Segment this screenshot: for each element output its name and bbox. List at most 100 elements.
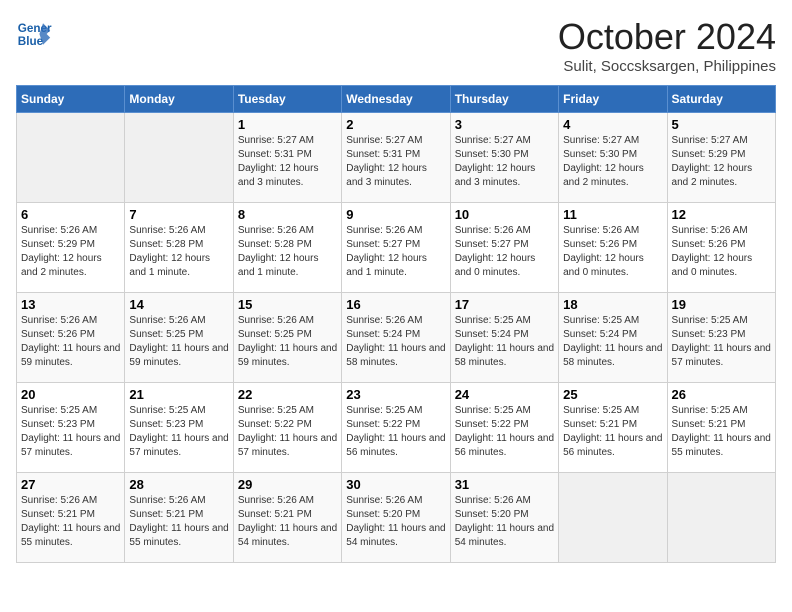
logo-icon: General Blue <box>16 16 52 52</box>
calendar-header: SundayMondayTuesdayWednesdayThursdayFrid… <box>17 86 776 113</box>
svg-text:Blue: Blue <box>18 35 44 48</box>
calendar-cell: 29Sunrise: 5:26 AM Sunset: 5:21 PM Dayli… <box>233 473 341 563</box>
day-info: Sunrise: 5:26 AM Sunset: 5:20 PM Dayligh… <box>346 494 445 550</box>
calendar-cell <box>125 113 233 203</box>
calendar-cell: 6Sunrise: 5:26 AM Sunset: 5:29 PM Daylig… <box>17 203 125 293</box>
day-number: 2 <box>346 117 445 132</box>
day-number: 12 <box>672 207 771 222</box>
day-info: Sunrise: 5:25 AM Sunset: 5:23 PM Dayligh… <box>21 404 120 460</box>
calendar-body: 1 Sunrise: 5:27 AM Sunset: 5:31 PM Daylig… <box>17 113 776 563</box>
day-info: Sunrise: 5:25 AM Sunset: 5:24 PM Dayligh… <box>455 314 554 370</box>
day-info: Sunrise: 5:26 AM Sunset: 5:26 PM Dayligh… <box>21 314 120 370</box>
day-number: 3 <box>455 117 554 132</box>
calendar-cell: 28 Sunrise: 5:26 AM Sunset: 5:21 PM Dayli… <box>125 473 233 563</box>
day-number: 20 <box>21 387 120 402</box>
logo: General Blue <box>16 16 52 52</box>
calendar-week-0: 1 Sunrise: 5:27 AM Sunset: 5:31 PM Daylig… <box>17 113 776 203</box>
calendar-cell: 26 Sunrise: 5:25 AM Sunset: 5:21 PM Dayli… <box>667 383 775 473</box>
calendar-cell: 18Sunrise: 5:25 AM Sunset: 5:24 PM Dayli… <box>559 293 667 383</box>
calendar-week-2: 13 Sunrise: 5:26 AM Sunset: 5:26 PM Dayli… <box>17 293 776 383</box>
weekday-wednesday: Wednesday <box>342 86 450 113</box>
calendar-cell: 11Sunrise: 5:26 AM Sunset: 5:26 PM Dayli… <box>559 203 667 293</box>
calendar-cell: 24 Sunrise: 5:25 AM Sunset: 5:22 PM Dayli… <box>450 383 558 473</box>
day-number: 26 <box>672 387 771 402</box>
header: General Blue October 2024 Sulit, Soccsks… <box>16 16 776 75</box>
calendar-week-1: 6Sunrise: 5:26 AM Sunset: 5:29 PM Daylig… <box>17 203 776 293</box>
day-info: Sunrise: 5:26 AM Sunset: 5:26 PM Dayligh… <box>672 224 771 280</box>
calendar-cell: 20 Sunrise: 5:25 AM Sunset: 5:23 PM Dayli… <box>17 383 125 473</box>
calendar-week-4: 27 Sunrise: 5:26 AM Sunset: 5:21 PM Dayli… <box>17 473 776 563</box>
day-info: Sunrise: 5:26 AM Sunset: 5:21 PM Dayligh… <box>21 494 120 550</box>
day-number: 22 <box>238 387 337 402</box>
day-number: 9 <box>346 207 445 222</box>
calendar-cell: 31 Sunrise: 5:26 AM Sunset: 5:20 PM Dayli… <box>450 473 558 563</box>
day-info: Sunrise: 5:27 AM Sunset: 5:30 PM Dayligh… <box>455 134 554 190</box>
calendar-cell: 10Sunrise: 5:26 AM Sunset: 5:27 PM Dayli… <box>450 203 558 293</box>
day-number: 16 <box>346 297 445 312</box>
calendar-cell: 22 Sunrise: 5:25 AM Sunset: 5:22 PM Dayli… <box>233 383 341 473</box>
day-info: Sunrise: 5:26 AM Sunset: 5:20 PM Dayligh… <box>455 494 554 550</box>
calendar-cell <box>17 113 125 203</box>
calendar-cell: 19Sunrise: 5:25 AM Sunset: 5:23 PM Dayli… <box>667 293 775 383</box>
day-info: Sunrise: 5:25 AM Sunset: 5:22 PM Dayligh… <box>346 404 445 460</box>
calendar-week-3: 20 Sunrise: 5:25 AM Sunset: 5:23 PM Dayli… <box>17 383 776 473</box>
day-number: 24 <box>455 387 554 402</box>
calendar-cell: 7Sunrise: 5:26 AM Sunset: 5:28 PM Daylig… <box>125 203 233 293</box>
calendar-cell: 1 Sunrise: 5:27 AM Sunset: 5:31 PM Daylig… <box>233 113 341 203</box>
day-number: 27 <box>21 477 120 492</box>
day-info: Sunrise: 5:26 AM Sunset: 5:24 PM Dayligh… <box>346 314 445 370</box>
day-number: 21 <box>129 387 228 402</box>
day-info: Sunrise: 5:26 AM Sunset: 5:25 PM Dayligh… <box>238 314 337 370</box>
day-number: 4 <box>563 117 662 132</box>
day-number: 31 <box>455 477 554 492</box>
day-info: Sunrise: 5:27 AM Sunset: 5:29 PM Dayligh… <box>672 134 771 190</box>
calendar-cell: 17 Sunrise: 5:25 AM Sunset: 5:24 PM Dayli… <box>450 293 558 383</box>
calendar-cell: 27 Sunrise: 5:26 AM Sunset: 5:21 PM Dayli… <box>17 473 125 563</box>
calendar-cell: 23 Sunrise: 5:25 AM Sunset: 5:22 PM Dayli… <box>342 383 450 473</box>
calendar-cell: 15 Sunrise: 5:26 AM Sunset: 5:25 PM Dayli… <box>233 293 341 383</box>
day-info: Sunrise: 5:25 AM Sunset: 5:22 PM Dayligh… <box>455 404 554 460</box>
day-number: 10 <box>455 207 554 222</box>
day-number: 17 <box>455 297 554 312</box>
day-number: 6 <box>21 207 120 222</box>
day-info: Sunrise: 5:26 AM Sunset: 5:28 PM Dayligh… <box>238 224 337 280</box>
day-info: Sunrise: 5:27 AM Sunset: 5:31 PM Dayligh… <box>238 134 337 190</box>
day-number: 15 <box>238 297 337 312</box>
day-number: 30 <box>346 477 445 492</box>
day-info: Sunrise: 5:25 AM Sunset: 5:24 PM Dayligh… <box>563 314 662 370</box>
weekday-header-row: SundayMondayTuesdayWednesdayThursdayFrid… <box>17 86 776 113</box>
day-info: Sunrise: 5:25 AM Sunset: 5:21 PM Dayligh… <box>672 404 771 460</box>
day-info: Sunrise: 5:26 AM Sunset: 5:28 PM Dayligh… <box>129 224 228 280</box>
day-number: 28 <box>129 477 228 492</box>
calendar-cell: 9 Sunrise: 5:26 AM Sunset: 5:27 PM Daylig… <box>342 203 450 293</box>
day-info: Sunrise: 5:27 AM Sunset: 5:31 PM Dayligh… <box>346 134 445 190</box>
calendar-cell <box>559 473 667 563</box>
calendar-cell: 8Sunrise: 5:26 AM Sunset: 5:28 PM Daylig… <box>233 203 341 293</box>
day-number: 13 <box>21 297 120 312</box>
calendar-cell <box>667 473 775 563</box>
month-title: October 2024 <box>558 16 776 58</box>
day-number: 1 <box>238 117 337 132</box>
day-number: 5 <box>672 117 771 132</box>
day-info: Sunrise: 5:25 AM Sunset: 5:21 PM Dayligh… <box>563 404 662 460</box>
calendar-cell: 12 Sunrise: 5:26 AM Sunset: 5:26 PM Dayli… <box>667 203 775 293</box>
calendar-cell: 14Sunrise: 5:26 AM Sunset: 5:25 PM Dayli… <box>125 293 233 383</box>
calendar-cell: 5 Sunrise: 5:27 AM Sunset: 5:29 PM Daylig… <box>667 113 775 203</box>
day-info: Sunrise: 5:25 AM Sunset: 5:22 PM Dayligh… <box>238 404 337 460</box>
calendar-cell: 13 Sunrise: 5:26 AM Sunset: 5:26 PM Dayli… <box>17 293 125 383</box>
day-info: Sunrise: 5:25 AM Sunset: 5:23 PM Dayligh… <box>672 314 771 370</box>
weekday-tuesday: Tuesday <box>233 86 341 113</box>
weekday-friday: Friday <box>559 86 667 113</box>
day-info: Sunrise: 5:27 AM Sunset: 5:30 PM Dayligh… <box>563 134 662 190</box>
day-info: Sunrise: 5:26 AM Sunset: 5:27 PM Dayligh… <box>346 224 445 280</box>
day-info: Sunrise: 5:25 AM Sunset: 5:23 PM Dayligh… <box>129 404 228 460</box>
day-number: 25 <box>563 387 662 402</box>
weekday-thursday: Thursday <box>450 86 558 113</box>
calendar-cell: 30 Sunrise: 5:26 AM Sunset: 5:20 PM Dayli… <box>342 473 450 563</box>
weekday-saturday: Saturday <box>667 86 775 113</box>
day-info: Sunrise: 5:26 AM Sunset: 5:26 PM Dayligh… <box>563 224 662 280</box>
day-number: 23 <box>346 387 445 402</box>
weekday-monday: Monday <box>125 86 233 113</box>
calendar-cell: 2 Sunrise: 5:27 AM Sunset: 5:31 PM Daylig… <box>342 113 450 203</box>
day-info: Sunrise: 5:26 AM Sunset: 5:21 PM Dayligh… <box>129 494 228 550</box>
